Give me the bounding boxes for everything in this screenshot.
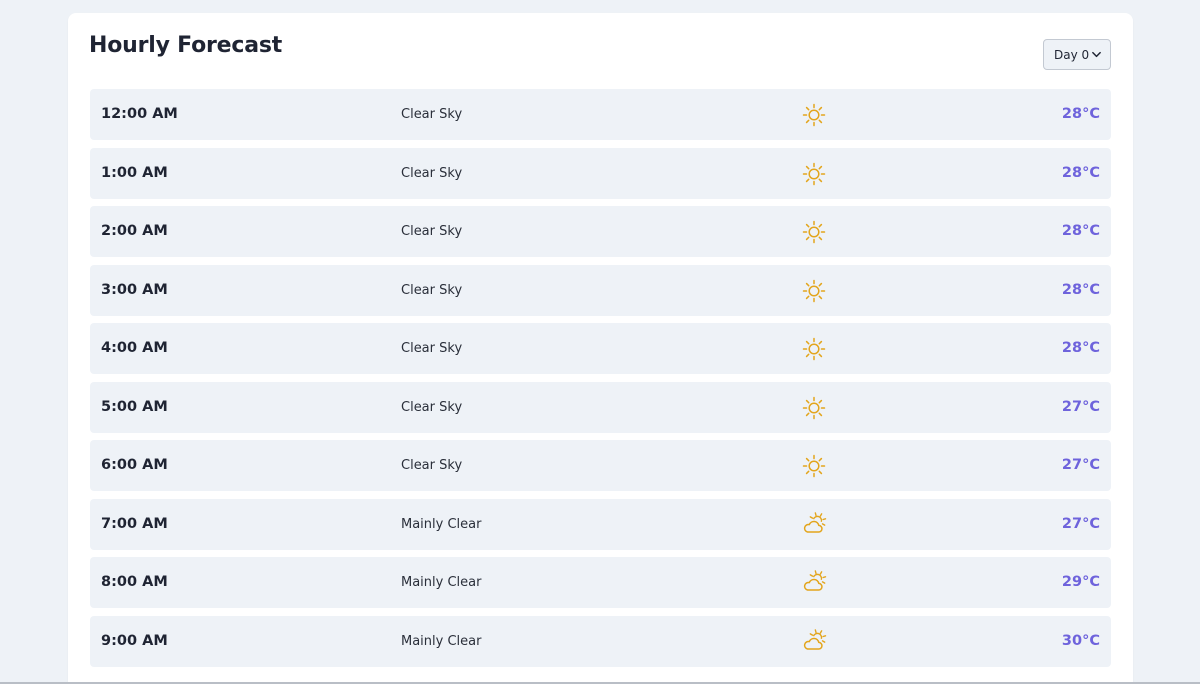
chevron-down-icon	[1092, 51, 1101, 58]
forecast-time: 9:00 AM	[101, 632, 168, 649]
forecast-condition: Clear Sky	[401, 107, 463, 122]
forecast-temperature: 28°C	[1061, 223, 1100, 239]
forecast-row[interactable]: 9:00 AM Mainly Clear 30°C	[90, 615, 1111, 667]
forecast-time: 1:00 AM	[101, 164, 168, 181]
forecast-time: 6:00 AM	[101, 457, 168, 473]
sun-icon	[801, 102, 827, 128]
card-title: Hourly Forecast	[89, 33, 283, 58]
forecast-row[interactable]: 1:00 AM Clear Sky 28°C	[90, 147, 1111, 199]
partly-cloudy-icon	[801, 511, 827, 538]
sun-icon	[801, 219, 827, 245]
forecast-row[interactable]: 7:00 AM Mainly Clear 27°C	[90, 498, 1111, 550]
day-select-value: Day 0	[1054, 47, 1090, 62]
forecast-time: 12:00 AM	[101, 106, 178, 122]
forecast-condition: Clear Sky	[401, 458, 463, 473]
forecast-condition: Clear Sky	[401, 165, 463, 181]
forecast-temperature: 27°C	[1061, 515, 1100, 532]
forecast-row[interactable]: 5:00 AM Clear Sky 27°C	[90, 381, 1111, 433]
sun-icon	[801, 395, 827, 421]
forecast-row[interactable]: 2:00 AM Clear Sky 28°C	[90, 206, 1111, 257]
forecast-row[interactable]: 12:00 AM Clear Sky 28°C	[90, 89, 1111, 140]
day-select[interactable]: Day 0	[1043, 39, 1111, 70]
forecast-row[interactable]: 3:00 AM Clear Sky 28°C	[90, 264, 1111, 316]
page: Hourly Forecast Day 0 12:00 AM Clear Sky 2…	[0, 0, 1200, 684]
sun-icon	[801, 278, 827, 304]
forecast-temperature: 27°C	[1061, 457, 1100, 473]
forecast-list: 12:00 AM Clear Sky 28°C 1:00 AM Clear Sky 28°…	[90, 89, 1111, 674]
partly-cloudy-icon	[801, 570, 827, 596]
forecast-row[interactable]: 4:00 AM Clear Sky 28°C	[90, 323, 1111, 374]
forecast-condition: Clear Sky	[401, 399, 463, 415]
forecast-temperature: 27°C	[1061, 398, 1100, 415]
forecast-temperature: 28°C	[1061, 340, 1100, 356]
hourly-forecast-card: Hourly Forecast Day 0 12:00 AM Clear Sky 2…	[68, 13, 1133, 684]
sun-icon	[801, 161, 827, 187]
sun-icon	[801, 453, 827, 479]
forecast-time: 2:00 AM	[101, 223, 168, 239]
forecast-time: 7:00 AM	[101, 515, 168, 532]
forecast-condition: Clear Sky	[401, 341, 463, 356]
forecast-temperature: 28°C	[1061, 164, 1100, 181]
forecast-condition: Mainly Clear	[401, 516, 482, 532]
forecast-time: 3:00 AM	[101, 281, 168, 298]
forecast-condition: Clear Sky	[401, 282, 463, 298]
forecast-condition: Mainly Clear	[401, 633, 482, 649]
forecast-time: 5:00 AM	[101, 398, 168, 415]
forecast-temperature: 30°C	[1061, 632, 1100, 649]
forecast-time: 8:00 AM	[101, 574, 168, 590]
partly-cloudy-icon	[801, 628, 827, 655]
forecast-condition: Mainly Clear	[401, 575, 482, 590]
forecast-temperature: 28°C	[1061, 106, 1100, 122]
forecast-row[interactable]: 6:00 AM Clear Sky 27°C	[90, 440, 1111, 491]
forecast-condition: Clear Sky	[401, 224, 463, 239]
forecast-time: 4:00 AM	[101, 340, 168, 356]
sun-icon	[801, 336, 827, 362]
forecast-temperature: 29°C	[1061, 574, 1100, 590]
forecast-row[interactable]: 8:00 AM Mainly Clear 29°C	[90, 557, 1111, 608]
forecast-temperature: 28°C	[1061, 281, 1100, 298]
